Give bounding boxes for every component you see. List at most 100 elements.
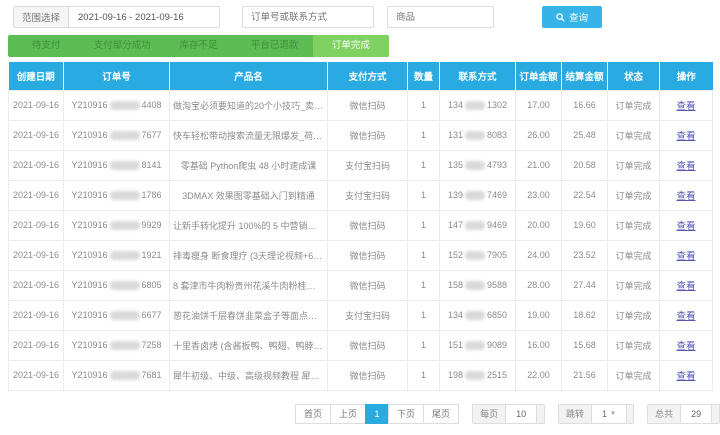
phone-suffix: 4793	[487, 159, 508, 170]
date-range-group: 范围选择	[13, 6, 221, 28]
search-icon	[556, 12, 565, 22]
cell-settle-amount: 21.56	[561, 359, 608, 391]
order-suffix: 8141	[141, 159, 162, 170]
range-select-label[interactable]: 范围选择	[14, 7, 70, 27]
view-link[interactable]: 查看	[676, 101, 695, 112]
jump-page-value: 1	[601, 408, 607, 419]
cell-quantity: 1	[407, 239, 440, 271]
cell-quantity: 1	[407, 269, 440, 301]
table-header-cell: 订单号	[63, 62, 170, 90]
redacted-text	[109, 191, 140, 201]
tab-item[interactable]: 平台已退款	[237, 35, 313, 57]
phone-suffix: 1302	[487, 99, 508, 110]
cell-order-number: Y210916 4408	[63, 89, 170, 121]
tab-item[interactable]: 待支付	[8, 35, 84, 57]
order-search-input[interactable]	[242, 6, 375, 28]
cell-action: 查看	[659, 359, 713, 391]
phone-suffix: 6850	[487, 309, 508, 320]
table-header-cell: 联系方式	[439, 62, 516, 90]
cell-create-date: 2021-09-16	[8, 179, 64, 211]
cell-action: 查看	[659, 179, 713, 211]
cell-payment-method: 支付宝扫码	[327, 149, 408, 181]
view-link[interactable]: 查看	[676, 311, 695, 322]
cell-status: 订单完成	[607, 119, 660, 151]
page-button[interactable]: 上页	[330, 403, 367, 424]
cell-create-date: 2021-09-16	[8, 239, 64, 271]
cell-order-number: Y210916 9929	[63, 209, 170, 241]
redacted-text	[465, 341, 485, 351]
order-suffix: 7681	[141, 369, 162, 380]
cell-order-amount: 22.00	[515, 359, 562, 391]
order-suffix: 4408	[141, 99, 162, 110]
view-link[interactable]: 查看	[676, 191, 695, 202]
total-label: 总共	[648, 404, 681, 423]
cell-quantity: 1	[407, 329, 440, 361]
phone-prefix: 134	[447, 99, 463, 110]
table-row: 2021-09-16 Y210916 4408 做淘宝必须要知道的20个小技巧_卖家运…	[8, 89, 713, 121]
date-range-input[interactable]	[69, 7, 220, 27]
redacted-text	[465, 191, 485, 201]
page-button-current[interactable]: 1	[365, 403, 390, 424]
cell-settle-amount: 19.60	[561, 209, 608, 241]
cell-order-amount: 26.00	[515, 119, 562, 151]
redacted-text	[109, 221, 140, 231]
cell-create-date: 2021-09-16	[8, 269, 64, 301]
table-header-cell: 操作	[659, 62, 713, 90]
jump-group: 跳转 1 ▼ 页	[557, 403, 635, 424]
search-button[interactable]: 查询	[542, 6, 603, 28]
total-group: 总共 29 笔	[647, 403, 720, 424]
phone-prefix: 147	[447, 219, 463, 230]
jump-page-select[interactable]: 1 ▼	[590, 404, 627, 423]
redacted-text	[109, 371, 140, 381]
view-link[interactable]: 查看	[676, 341, 695, 352]
tab-active[interactable]: 订单完成	[312, 35, 389, 57]
orders-table-body: 2021-09-16 Y210916 4408 做淘宝必须要知道的20个小技巧_卖家运…	[8, 89, 713, 391]
order-prefix: Y210916	[71, 309, 108, 320]
view-link[interactable]: 查看	[676, 371, 695, 382]
tab-item[interactable]: 支付部分成功	[84, 35, 160, 57]
cell-settle-amount: 25.48	[561, 119, 608, 151]
status-tabs: 待支付 支付部分成功 库存不足 平台已退款 订单完成	[8, 35, 389, 57]
cell-action: 查看	[659, 329, 713, 361]
phone-prefix: 131	[447, 129, 463, 140]
cell-payment-method: 微信扫码	[327, 239, 408, 271]
redacted-text	[109, 251, 140, 261]
order-prefix: Y210916	[71, 369, 108, 380]
view-link[interactable]: 查看	[676, 221, 695, 232]
table-header-cell: 结算金额	[561, 62, 608, 90]
page-button[interactable]: 下页	[388, 403, 425, 424]
cell-create-date: 2021-09-16	[8, 89, 64, 121]
per-page-value[interactable]: 10	[505, 404, 538, 423]
view-link[interactable]: 查看	[676, 131, 695, 142]
per-page-label: 每页	[473, 404, 506, 423]
cell-contact: 131 8083	[439, 119, 516, 151]
table-header-cell: 订单金额	[515, 62, 562, 90]
tab-item[interactable]: 库存不足	[160, 35, 236, 57]
view-link[interactable]: 查看	[676, 251, 695, 262]
cell-status: 订单完成	[607, 89, 660, 121]
order-suffix: 7677	[141, 129, 162, 140]
cell-action: 查看	[659, 149, 713, 181]
view-link[interactable]: 查看	[676, 161, 695, 172]
cell-create-date: 2021-09-16	[8, 299, 64, 331]
cell-order-amount: 19.00	[515, 299, 562, 331]
view-link[interactable]: 查看	[676, 281, 695, 292]
page-button[interactable]: 首页	[295, 403, 332, 424]
phone-prefix: 139	[447, 189, 463, 200]
cell-order-number: Y210916 6677	[63, 299, 170, 331]
redacted-text	[465, 221, 485, 231]
table-row: 2021-09-16 Y210916 7677 快车轻松带动搜索流量无限爆发_荷塘月色…	[8, 119, 713, 151]
cell-contact: 139 7469	[439, 179, 516, 211]
cell-product-name: 做淘宝必须要知道的20个小技巧_卖家运营电商论坛	[169, 89, 328, 121]
redacted-text	[465, 281, 485, 291]
page-button[interactable]: 尾页	[423, 403, 460, 424]
cell-quantity: 1	[407, 149, 440, 181]
phone-suffix: 8083	[487, 129, 508, 140]
cell-product-name: 让新手转化提升 100%的 5 中营销方法	[169, 209, 328, 241]
table-row: 2021-09-16 Y210916 7681 犀牛初级、中级、高级视频教程 犀牛教程…	[8, 359, 713, 391]
cell-create-date: 2021-09-16	[8, 119, 64, 151]
pagination: 首页 上页 1 下页 尾页	[295, 403, 460, 424]
cell-contact: 134 1302	[439, 89, 516, 121]
table-row: 2021-09-16 Y210916 8141 零基础 Python爬虫 48 小时速…	[8, 149, 713, 181]
product-search-input[interactable]	[387, 6, 495, 28]
